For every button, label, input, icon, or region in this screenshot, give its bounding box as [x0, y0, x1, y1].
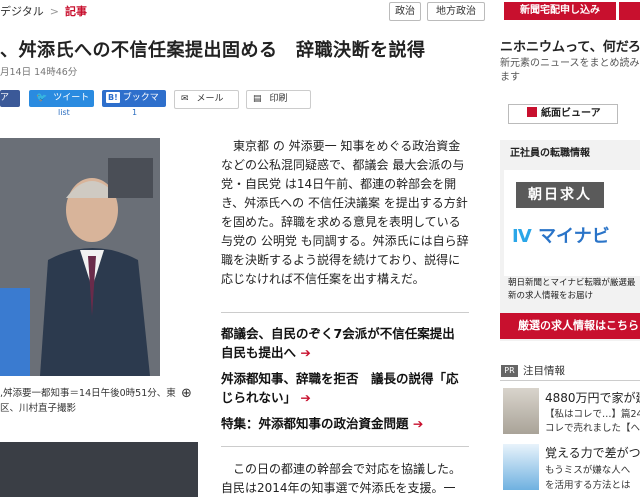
header-red-button-partial[interactable] — [619, 2, 640, 20]
pr-item-2-text: もうミスが嫌な人へ — [545, 465, 631, 476]
divider — [221, 446, 469, 447]
twitter-share-button[interactable]: 🐦 ツイート — [29, 90, 94, 107]
arrow-right-icon: ➔ — [296, 390, 311, 405]
pr-item-1-text: コレで売れました【ヘ — [545, 423, 640, 434]
mynavi-text: マイナビ — [538, 226, 610, 247]
subscribe-button[interactable]: 新聞宅配申し込み — [504, 2, 616, 20]
pr-section-title: 注目情報 — [523, 365, 565, 377]
zoom-icon[interactable]: ⊕ — [181, 386, 192, 401]
photo-caption: ,舛添要一都知事＝14日午後0時51分、東 区、川村直子撮影 ⊕ — [0, 386, 200, 416]
facebook-label: ア — [0, 93, 10, 103]
tag-local-politics[interactable]: 地方政治 — [427, 2, 485, 21]
paper-viewer-button[interactable]: 紙面ビューア — [508, 104, 618, 124]
photo-figure — [0, 138, 160, 376]
related-link-3[interactable]: 特集：舛添都知事の政治資金問題 ➔ — [221, 414, 469, 433]
twitter-count[interactable]: list — [58, 108, 70, 117]
caption-text: ,舛添要一都知事＝14日午後0時51分、東 区、川村直子撮影 — [0, 388, 176, 414]
related-link-2[interactable]: 舛添都知事、辞職を拒否 議長の説得「応じられない」 ➔ — [221, 369, 469, 407]
article-paragraph-1: 東京都 の 舛添要一 知事をめぐる政治資金などの公私混同疑惑で、都議会 最大会派… — [221, 139, 469, 286]
breadcrumb-current[interactable]: 記事 — [65, 5, 87, 18]
tag-politics[interactable]: 政治 — [389, 2, 421, 21]
print-icon: ▤ — [253, 94, 262, 104]
paper-viewer-label: 紙面ビューア — [541, 108, 601, 119]
mail-label: メール — [196, 94, 224, 104]
sidebar-feature-subtitle: 新元素のニュースをまとめ読みます — [500, 58, 640, 83]
article-paragraph-2: この日の都連の幹部会で対応を協議した。自民は2014年の知事選で舛添氏を支援。一 — [221, 462, 462, 495]
article-photo[interactable] — [0, 138, 160, 376]
related-link-text: 都議会、自民のぞく7会派が不信任案提出 自民も提出へ — [221, 326, 468, 360]
newspaper-icon — [527, 107, 537, 117]
twitter-label: ツイート — [53, 93, 90, 103]
job-ad-label: 正社員の転職情報 — [510, 148, 590, 159]
pr-thumbnail-1[interactable] — [503, 388, 539, 434]
bookmark-button[interactable]: B! ブックマーク — [102, 90, 166, 120]
pr-item-2-title[interactable]: 覚える力で差がつく — [545, 444, 640, 461]
arrow-right-icon: ➔ — [296, 345, 311, 360]
asahi-kyujin-logo: 朝日求人 — [516, 182, 604, 208]
sidebar-feature-title[interactable]: ニホニウムって、何だろう — [500, 36, 640, 55]
divider — [500, 380, 640, 381]
mynavi-logo: Ⅳ マイナビ — [512, 222, 610, 248]
divider — [221, 312, 469, 313]
related-link-text: 特集：舛添都知事の政治資金問題 — [221, 416, 409, 431]
pr-badge: PR — [501, 365, 518, 377]
facebook-share-button[interactable]: ア — [0, 90, 20, 107]
print-label: 印刷 — [269, 94, 288, 104]
job-ad-description: 朝日新聞とマイナビ転職が厳選最新の求人情報をお届け — [508, 278, 636, 301]
pr-thumbnail-2[interactable] — [503, 444, 539, 490]
mynavi-mark-icon: Ⅳ — [512, 226, 532, 247]
article-headline: 、舛添氏への不信任案提出固める 辞職決断を説得 — [0, 40, 426, 61]
arrow-right-icon: ➔ — [408, 416, 424, 431]
related-link-text: 舛添都知事、辞職を拒否 議長の説得「応じられない」 — [221, 371, 459, 405]
breadcrumb-separator: > — [49, 5, 59, 18]
twitter-icon: 🐦 — [36, 93, 48, 103]
print-button[interactable]: ▤ 印刷 — [246, 90, 311, 109]
breadcrumb-site[interactable]: デジタル — [0, 5, 44, 18]
pr-item-1-text: 【私はコレで…】篇24 — [545, 409, 640, 420]
bookmark-count[interactable]: 1 — [132, 108, 137, 117]
article-date: 月14日 14時46分 — [0, 67, 78, 78]
second-photo[interactable] — [0, 442, 198, 497]
job-ad-cta[interactable]: 厳選の求人情報はこちら — [500, 313, 640, 339]
related-link-1[interactable]: 都議会、自民のぞく7会派が不信任案提出 自民も提出へ ➔ — [221, 324, 469, 362]
hatena-icon: B! — [106, 92, 120, 103]
pr-item-2-text: を活用する方法とは — [545, 480, 631, 491]
mail-icon: ✉ — [181, 94, 189, 104]
mail-button[interactable]: ✉ メール — [174, 90, 239, 109]
pr-item-1-title[interactable]: 4880万円で家が建つ — [545, 389, 640, 406]
breadcrumb: デジタル > 記事 — [0, 3, 87, 19]
